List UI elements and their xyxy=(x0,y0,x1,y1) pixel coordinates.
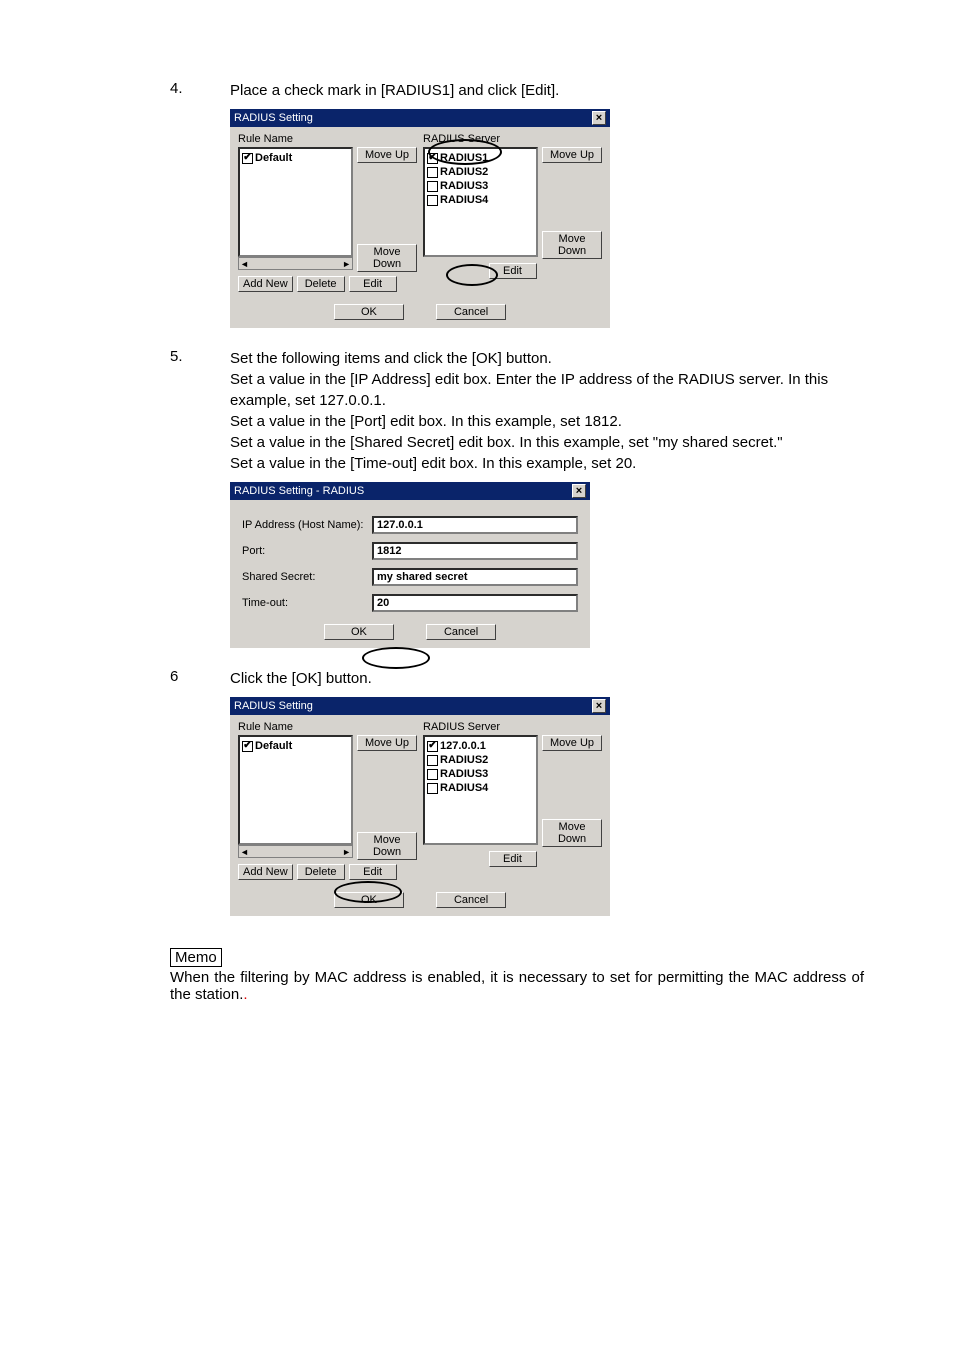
annotation-ellipse-icon xyxy=(362,647,430,669)
list-item[interactable]: ✔ RADIUS1 xyxy=(427,151,534,165)
checkbox-icon[interactable] xyxy=(427,769,438,780)
list-item-label: RADIUS1 xyxy=(440,151,488,165)
close-icon[interactable]: × xyxy=(592,111,606,125)
ok-button[interactable]: OK xyxy=(334,304,404,320)
list-item-label: RADIUS4 xyxy=(440,781,488,795)
list-item[interactable]: RADIUS3 xyxy=(427,767,534,781)
list-item[interactable]: RADIUS4 xyxy=(427,193,534,207)
list-item[interactable]: RADIUS2 xyxy=(427,165,534,179)
scrollbar[interactable]: ◄► xyxy=(238,845,353,858)
add-new-button[interactable]: Add New xyxy=(238,276,293,292)
memo-text: When the filtering by MAC address is ena… xyxy=(170,969,864,1003)
delete-button[interactable]: Delete xyxy=(297,276,345,292)
list-item-label: RADIUS2 xyxy=(440,753,488,767)
checkbox-icon[interactable] xyxy=(427,181,438,192)
dialog-title: RADIUS Setting xyxy=(234,112,313,124)
edit-radius-button[interactable]: Edit xyxy=(489,263,537,279)
checkbox-icon[interactable] xyxy=(427,755,438,766)
move-up-button[interactable]: Move Up xyxy=(357,735,417,751)
cancel-button[interactable]: Cancel xyxy=(436,304,506,320)
checkbox-icon[interactable] xyxy=(427,195,438,206)
ok-button[interactable]: OK xyxy=(334,892,404,908)
dialog-title: RADIUS Setting - RADIUS xyxy=(234,485,364,497)
move-up-button[interactable]: Move Up xyxy=(542,735,602,751)
move-down-button[interactable]: Move Down xyxy=(357,832,417,860)
list-item-label: Default xyxy=(255,151,292,165)
checkbox-icon[interactable]: ✔ xyxy=(427,153,438,164)
step-line: Set a value in the [Time-out] edit box. … xyxy=(230,453,864,474)
timeout-field[interactable]: 20 xyxy=(372,594,578,612)
ip-address-label: IP Address (Host Name): xyxy=(242,519,372,531)
step-line: Set a value in the [IP Address] edit box… xyxy=(230,369,864,411)
rule-name-list[interactable]: ✔ Default xyxy=(238,735,353,845)
ip-address-field[interactable]: 127.0.0.1 xyxy=(372,516,578,534)
radius-server-label: RADIUS Server xyxy=(423,133,602,145)
shared-secret-label: Shared Secret: xyxy=(242,571,372,583)
list-item[interactable]: RADIUS2 xyxy=(427,753,534,767)
close-icon[interactable]: × xyxy=(592,699,606,713)
port-label: Port: xyxy=(242,545,372,557)
list-item-label: RADIUS3 xyxy=(440,179,488,193)
step-line: Set a value in the [Port] edit box. In t… xyxy=(230,411,864,432)
checkbox-icon[interactable] xyxy=(427,783,438,794)
delete-button[interactable]: Delete xyxy=(297,864,345,880)
step-number: 4. xyxy=(170,80,230,101)
radius-setting-dialog-final: RADIUS Setting × Rule Name ✔ xyxy=(230,697,610,916)
list-item[interactable]: ✔ Default xyxy=(242,151,349,165)
step-line: Set a value in the [Shared Secret] edit … xyxy=(230,432,864,453)
list-item-label: RADIUS2 xyxy=(440,165,488,179)
cancel-button[interactable]: Cancel xyxy=(426,624,496,640)
step-number: 5. xyxy=(170,348,230,474)
radius-server-list[interactable]: ✔ 127.0.0.1 RADIUS2 xyxy=(423,735,538,845)
move-down-button[interactable]: Move Down xyxy=(357,244,417,272)
timeout-label: Time-out: xyxy=(242,597,372,609)
radius-edit-dialog: RADIUS Setting - RADIUS × IP Address (Ho… xyxy=(230,482,590,648)
dialog-title: RADIUS Setting xyxy=(234,700,313,712)
list-item-label: Default xyxy=(255,739,292,753)
checkbox-icon[interactable]: ✔ xyxy=(242,153,253,164)
list-item[interactable]: ✔ 127.0.0.1 xyxy=(427,739,534,753)
move-down-button[interactable]: Move Down xyxy=(542,819,602,847)
list-item-label: RADIUS4 xyxy=(440,193,488,207)
radius-setting-dialog: RADIUS Setting × Rule Name xyxy=(230,109,610,328)
radius-server-list[interactable]: ✔ RADIUS1 RADIUS2 xyxy=(423,147,538,257)
list-item[interactable]: RADIUS4 xyxy=(427,781,534,795)
step-number: 6 xyxy=(170,668,230,689)
edit-button[interactable]: Edit xyxy=(349,276,397,292)
scrollbar[interactable]: ◄► xyxy=(238,257,353,270)
rule-name-label: Rule Name xyxy=(238,721,417,733)
step-text: Click the [OK] button. xyxy=(230,668,864,689)
port-field[interactable]: 1812 xyxy=(372,542,578,560)
step-text: Set the following items and click the [O… xyxy=(230,348,864,474)
list-item-label: 127.0.0.1 xyxy=(440,739,486,753)
move-up-button[interactable]: Move Up xyxy=(357,147,417,163)
cancel-button[interactable]: Cancel xyxy=(436,892,506,908)
list-item-label: RADIUS3 xyxy=(440,767,488,781)
ok-button[interactable]: OK xyxy=(324,624,394,640)
checkbox-icon[interactable]: ✔ xyxy=(427,741,438,752)
close-icon[interactable]: × xyxy=(572,484,586,498)
rule-name-list[interactable]: ✔ Default xyxy=(238,147,353,257)
list-item[interactable]: RADIUS3 xyxy=(427,179,534,193)
move-down-button[interactable]: Move Down xyxy=(542,231,602,259)
step-line: Set the following items and click the [O… xyxy=(230,348,864,369)
shared-secret-field[interactable]: my shared secret xyxy=(372,568,578,586)
edit-button[interactable]: Edit xyxy=(349,864,397,880)
add-new-button[interactable]: Add New xyxy=(238,864,293,880)
step-text: Place a check mark in [RADIUS1] and clic… xyxy=(230,80,864,101)
checkbox-icon[interactable]: ✔ xyxy=(242,741,253,752)
checkbox-icon[interactable] xyxy=(427,167,438,178)
rule-name-label: Rule Name xyxy=(238,133,417,145)
move-up-button[interactable]: Move Up xyxy=(542,147,602,163)
list-item[interactable]: ✔ Default xyxy=(242,739,349,753)
edit-radius-button[interactable]: Edit xyxy=(489,851,537,867)
memo-label: Memo xyxy=(170,948,222,967)
radius-server-label: RADIUS Server xyxy=(423,721,602,733)
